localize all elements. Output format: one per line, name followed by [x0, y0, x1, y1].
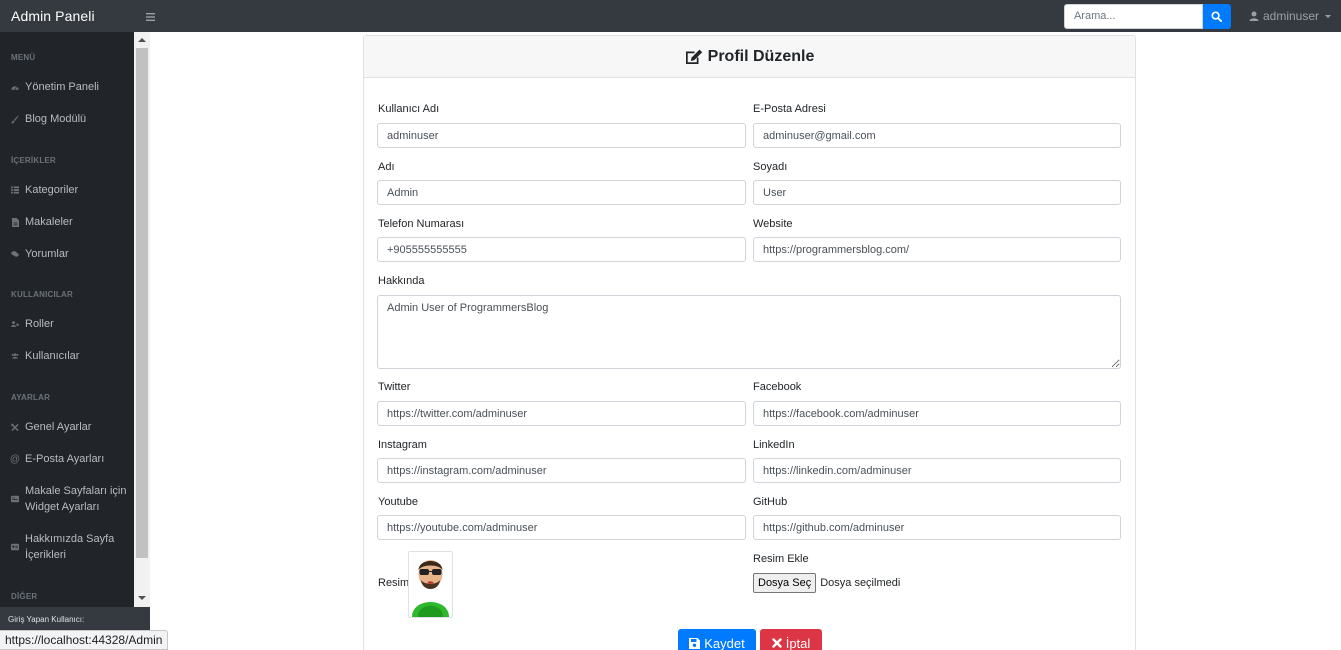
last-name-label: Soyadı: [753, 161, 788, 173]
status-url-bar: https://localhost:44328/Admin: [0, 630, 169, 650]
scroll-up-icon[interactable]: [138, 38, 146, 42]
at-icon: @: [9, 453, 21, 465]
youtube-input[interactable]: [377, 515, 746, 540]
email-input[interactable]: [753, 123, 1121, 148]
brand-title[interactable]: Admin Paneli: [0, 8, 146, 24]
sidebar-item-dashboard[interactable]: Yönetim Paneli: [11, 79, 131, 95]
sidebar-toggle-icon[interactable]: [146, 9, 166, 23]
save-button[interactable]: Kaydet: [678, 629, 756, 650]
website-input[interactable]: [753, 237, 1121, 262]
twitter-input[interactable]: [377, 401, 746, 426]
search-icon: [1211, 10, 1223, 22]
user-name: adminuser: [1262, 9, 1319, 23]
first-name-label: Adı: [378, 161, 395, 173]
phone-input[interactable]: [377, 237, 746, 262]
sidebar-item-email-settings[interactable]: @ E-Posta Ayarları: [9, 451, 131, 467]
sidebar-item-about-page[interactable]: Hakkımızda Sayfa İçerikleri: [11, 531, 131, 563]
profile-edit-card: Profil Düzenle Kullanıcı Adı E-Posta Adr…: [363, 35, 1136, 650]
scroll-down-icon[interactable]: [138, 596, 146, 600]
username-label: Kullanıcı Adı: [378, 103, 440, 115]
add-picture-label: Resim Ekle: [753, 553, 809, 565]
github-input[interactable]: [753, 515, 1121, 540]
file-icon: [11, 217, 19, 227]
chevron-down-icon: [1325, 14, 1331, 18]
cancel-label: İptal: [785, 635, 811, 650]
instagram-label: Instagram: [378, 439, 427, 451]
user-icon: [1249, 11, 1259, 21]
sidebar-scrollbar[interactable]: [134, 32, 150, 607]
sidebar-heading-settings: AYARLAR: [11, 393, 51, 402]
linkedin-label: LinkedIn: [753, 439, 795, 451]
github-label: GitHub: [753, 496, 788, 508]
sidebar-heading-contents: İÇERİKLER: [11, 156, 56, 165]
search-form: [1063, 3, 1231, 29]
search-button[interactable]: [1202, 3, 1231, 29]
sidebar-item-users[interactable]: Kullanıcılar: [11, 348, 131, 364]
paint-brush-icon: [11, 115, 19, 124]
comments-icon: [11, 250, 19, 258]
scrollbar-thumb[interactable]: [136, 48, 148, 558]
user-dropdown[interactable]: adminuser: [1249, 9, 1331, 23]
sidebar-item-widget-settings[interactable]: Makale Sayfaları için Widget Ayarları: [11, 483, 131, 515]
sidebar-menu: MENÜ Yönetim Paneli Blog Modülü İÇERİKLE…: [0, 32, 134, 607]
user-tag-icon: [11, 320, 19, 328]
save-icon: [689, 637, 701, 649]
logged-in-user-label: Giriş Yapan Kullanıcı:: [8, 615, 85, 624]
picture-label: Resim: [378, 577, 410, 589]
close-icon: [772, 638, 782, 648]
widget-icon: [11, 495, 19, 503]
sidebar-item-general-settings[interactable]: Genel Ayarlar: [11, 419, 131, 435]
choose-file-button[interactable]: Dosya Seç: [753, 573, 817, 593]
page-title: Profil Düzenle: [707, 47, 815, 65]
top-navbar: Admin Paneli adminuser: [0, 0, 1341, 32]
about-textarea[interactable]: Admin User of ProgrammersBlog: [377, 295, 1121, 369]
first-name-input[interactable]: [377, 180, 746, 205]
email-label: E-Posta Adresi: [753, 103, 826, 115]
youtube-label: Youtube: [378, 496, 418, 508]
sidebar: MENÜ Yönetim Paneli Blog Modülü İÇERİKLE…: [0, 32, 150, 650]
cancel-button[interactable]: İptal: [760, 629, 822, 650]
users-icon: [11, 352, 19, 360]
edit-icon: [685, 49, 702, 64]
avatar-image: [412, 560, 449, 617]
sidebar-heading-users: KULLANICILAR: [11, 290, 73, 299]
save-label: Kaydet: [704, 635, 745, 650]
phone-label: Telefon Numarası: [378, 218, 465, 230]
linkedin-input[interactable]: [753, 458, 1121, 483]
sidebar-heading-menu: MENÜ: [11, 53, 36, 62]
twitter-label: Twitter: [378, 381, 411, 393]
avatar: [408, 551, 453, 618]
username-input[interactable]: [377, 123, 746, 148]
tachometer-icon: [11, 83, 19, 91]
search-input[interactable]: [1063, 3, 1203, 29]
file-status: Dosya seçilmedi: [820, 577, 901, 589]
sidebar-item-comments[interactable]: Yorumlar: [11, 246, 131, 262]
tools-icon: [11, 423, 19, 432]
website-label: Website: [753, 218, 793, 230]
sidebar-heading-other: DİĞER: [11, 592, 38, 601]
sidebar-item-roles[interactable]: Roller: [11, 316, 131, 332]
sidebar-item-blog-module[interactable]: Blog Modülü: [11, 111, 131, 127]
file-input: Dosya Seç Dosya seçilmedi: [753, 573, 900, 593]
last-name-input[interactable]: [753, 180, 1121, 205]
sidebar-item-articles[interactable]: Makaleler: [11, 214, 131, 230]
card-header: Profil Düzenle: [364, 36, 1135, 78]
list-icon: [11, 186, 19, 194]
id-card-icon: [11, 543, 19, 551]
about-label: Hakkında: [378, 275, 425, 287]
instagram-input[interactable]: [377, 458, 746, 483]
facebook-label: Facebook: [753, 381, 802, 393]
sidebar-item-categories[interactable]: Kategoriler: [11, 182, 131, 198]
facebook-input[interactable]: [753, 401, 1121, 426]
